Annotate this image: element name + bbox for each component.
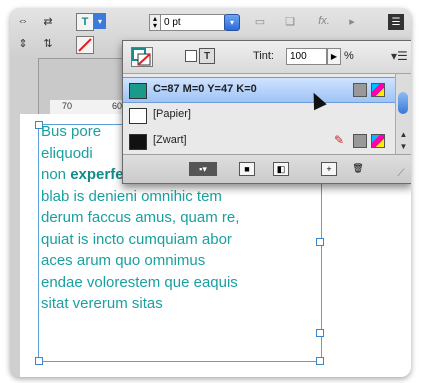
distribute-bottom-icon[interactable]: ⇅	[40, 36, 56, 50]
ruler-tick-70: 70	[62, 101, 73, 111]
swatch-row-black[interactable]: [Zwart] ✎	[123, 129, 395, 153]
swatch-label: C=87 M=0 Y=47 K=0	[153, 83, 257, 95]
stroke-none-icon[interactable]	[76, 36, 94, 54]
scroll-down-icon[interactable]: ▼	[399, 142, 408, 151]
delete-swatch-icon[interactable]: 🗑	[351, 162, 365, 174]
swatches-panel-header: T Tint: 100 ▶ % ▾☰	[123, 41, 411, 74]
frame-handle-bl[interactable]	[35, 357, 43, 365]
stroke-weight-field[interactable]: 0 pt	[160, 14, 225, 31]
swatch-row-paper[interactable]: [Papier]	[123, 103, 395, 127]
resize-grip-icon[interactable]: ⟋	[395, 167, 407, 179]
fill-dropdown-icon[interactable]: ▾	[94, 13, 106, 29]
frame-handle-br-in[interactable]	[316, 329, 324, 337]
scroll-thumb[interactable]	[398, 92, 408, 114]
swatch-color-chip	[129, 134, 147, 150]
container-format-icon[interactable]	[185, 50, 197, 62]
cmyk-mode-icon	[371, 134, 385, 148]
indesign-window: ⇔ ⇄ ⇕ ⇅ T ▾ ▴ ▾ 0 pt ▾ ▭ ❑ fx. ▸ ☰ 70 60 …	[10, 8, 411, 377]
text-line: endae volorestem que eaquis	[41, 273, 238, 291]
drop-shadow-icon[interactable]: ❑	[282, 14, 298, 28]
process-color-icon	[353, 134, 367, 148]
swatch-color-chip	[129, 108, 147, 124]
show-gradient-swatches-icon[interactable]: ◧	[273, 162, 289, 176]
swatch-row-cmyk[interactable]: C=87 M=0 Y=47 K=0	[123, 77, 395, 103]
panel-menu-icon[interactable]: ☰	[388, 14, 404, 30]
panel-options-icon[interactable]: ▾☰	[391, 49, 408, 63]
frame-fit-icon[interactable]: ▭	[252, 14, 268, 28]
process-color-icon	[353, 83, 367, 97]
fill-stroke-swap-icon[interactable]	[131, 47, 153, 67]
distribute-icon[interactable]: ⇄	[40, 14, 56, 28]
align-bottom-icon[interactable]: ⇕	[16, 36, 30, 50]
tint-label: Tint:	[253, 50, 274, 62]
ruler-tick-60: 60	[112, 101, 123, 111]
text-line: aces arum quo omnimus	[41, 252, 206, 269]
swatches-panel: T Tint: 100 ▶ % ▾☰ C=87 M=0 Y=47 K=0 [Pa…	[122, 40, 411, 184]
new-swatch-icon[interactable]: +	[321, 162, 337, 176]
tint-slider-arrow-icon[interactable]: ▶	[327, 48, 341, 65]
scroll-up-icon[interactable]: ▲	[399, 130, 408, 139]
tint-unit: %	[344, 50, 354, 62]
cmyk-mode-icon	[371, 83, 385, 97]
text-line: blab is denieni omnihic tem	[41, 187, 222, 205]
swatches-panel-footer: ▪▾ ■ ◧ + 🗑 ⟋	[123, 154, 411, 183]
effects-fx-icon[interactable]: fx.	[313, 14, 335, 28]
show-all-swatches-icon[interactable]: ▪▾	[189, 162, 217, 176]
swatch-label: [Papier]	[153, 108, 191, 120]
swatch-label: [Zwart]	[153, 134, 187, 146]
show-color-swatches-icon[interactable]: ■	[239, 162, 255, 176]
stroke-weight-dropdown[interactable]: ▾	[224, 14, 240, 31]
text-line: sitat vererum sitas	[41, 295, 163, 312]
frame-handle-br[interactable]	[316, 357, 324, 365]
swatches-scrollbar[interactable]: ▲ ▼	[395, 74, 411, 154]
tint-input[interactable]: 100	[286, 48, 327, 65]
text-line: derum faccus amus, quam re,	[41, 209, 240, 226]
text-fill-icon[interactable]: T	[76, 13, 94, 31]
effects-menu-icon[interactable]: ▸	[345, 14, 359, 28]
align-icon[interactable]: ⇔	[16, 14, 30, 28]
swatch-color-chip	[129, 83, 147, 99]
text-format-icon[interactable]: T	[199, 48, 215, 64]
no-edit-pencil-icon: ✎	[333, 133, 345, 147]
text-line: quiat is incto cumquiam abor	[41, 230, 232, 248]
